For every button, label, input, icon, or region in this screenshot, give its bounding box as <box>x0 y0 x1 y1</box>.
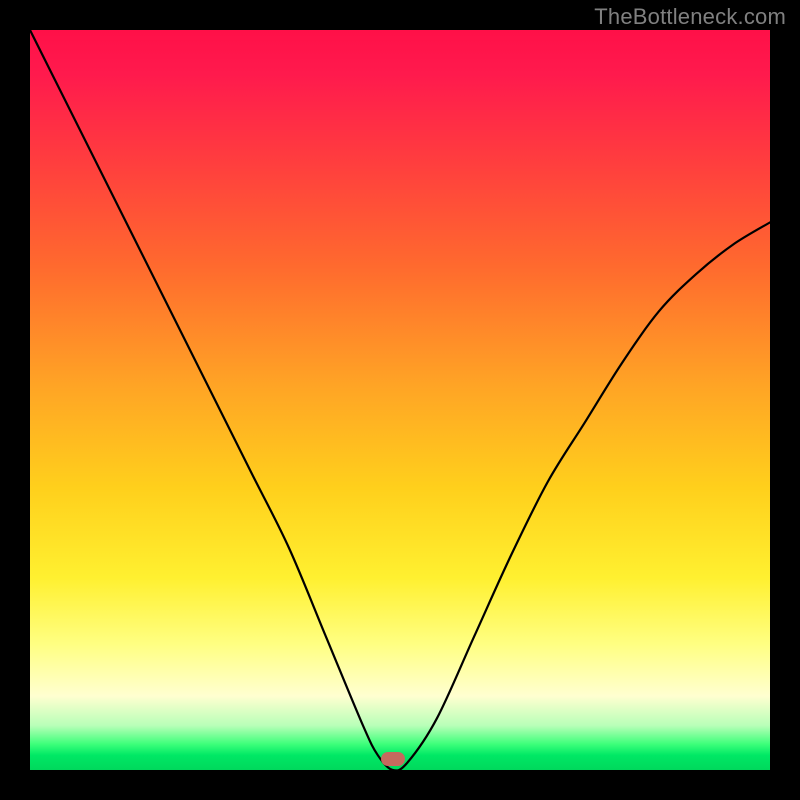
optimal-point-marker <box>381 752 405 766</box>
plot-area <box>30 30 770 770</box>
watermark-text: TheBottleneck.com <box>594 4 786 30</box>
bottleneck-curve <box>30 30 770 770</box>
curve-svg <box>30 30 770 770</box>
chart-container: TheBottleneck.com <box>0 0 800 800</box>
